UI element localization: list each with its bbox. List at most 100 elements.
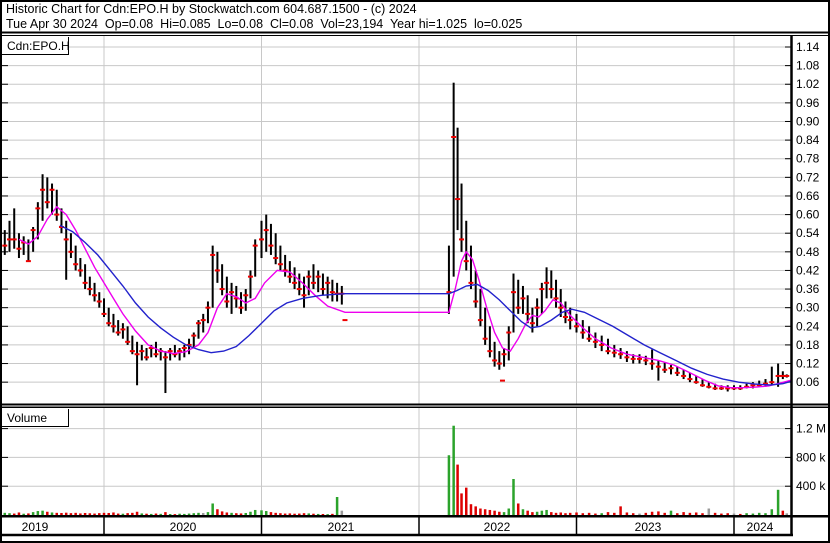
candle-close-tick (534, 306, 540, 309)
volume-bar (187, 513, 191, 515)
volume-bar (321, 513, 325, 515)
candle-close-tick (463, 260, 469, 263)
price-axis-label: 0.96 (796, 96, 820, 110)
candle-close-tick (49, 188, 55, 191)
candle-hl-bar (22, 236, 25, 255)
candle-hl-bar (498, 351, 501, 370)
candle-hl-bar (13, 208, 16, 249)
candle-hl-bar (136, 341, 139, 386)
candle-close-tick (30, 229, 36, 232)
candle-hl-bar (244, 289, 247, 311)
candle-close-tick (82, 281, 88, 284)
volume-bar (516, 503, 520, 515)
candle-close-tick (539, 288, 545, 291)
volume-axis-label: 800 k (796, 450, 826, 464)
year-axis-label: 2024 (747, 520, 774, 534)
candle-close-tick (784, 374, 790, 377)
volume-bar (288, 513, 292, 515)
volume-bar (145, 513, 148, 515)
volume-bar (452, 425, 455, 515)
candle-close-tick (630, 357, 636, 360)
volume-bar (83, 512, 87, 515)
volume-bar (135, 511, 139, 515)
volume-bar (279, 513, 282, 515)
volume-bar (493, 510, 496, 515)
candle-close-tick (162, 356, 168, 359)
price-axis-label: 0.60 (796, 208, 820, 222)
candle-hl-bar (336, 282, 339, 302)
volume-bar (663, 512, 666, 515)
volume-bar (447, 455, 451, 515)
candle-hl-bar (293, 267, 296, 290)
volume-bar (460, 493, 463, 515)
candle-close-tick (191, 334, 197, 337)
volume-bar (298, 513, 301, 515)
candle-close-tick (134, 353, 140, 356)
candle-close-tick (273, 257, 279, 260)
candle-close-tick (301, 294, 307, 297)
candle-hl-bar (676, 366, 679, 376)
volume-bar (540, 510, 544, 515)
candle-hl-bar (173, 344, 176, 358)
candle-hl-bar (526, 295, 529, 324)
year-axis-label: 2021 (328, 520, 355, 534)
volume-bar (559, 512, 562, 515)
volume-bar (568, 512, 572, 515)
candle-close-tick (544, 281, 550, 284)
candle-hl-bar (663, 361, 666, 373)
volume-bar (41, 510, 44, 515)
year-axis-label: 2020 (170, 520, 197, 534)
candle-close-tick (681, 374, 687, 377)
candle-close-tick (120, 328, 126, 331)
volume-bar (293, 513, 296, 515)
candle-close-tick (200, 319, 206, 322)
chart-canvas: 1.14 1.08 1.02 0.96 0.90 0.84 0.78 0.72 0.66 0.60… (0, 0, 830, 543)
volume-bar (785, 513, 789, 515)
candle-hl-bar (145, 348, 148, 361)
candle-close-tick (25, 260, 31, 263)
candle-hl-bar (230, 282, 233, 314)
volume-bar (168, 513, 172, 515)
volume-bar (676, 513, 679, 515)
candle-close-tick (68, 250, 74, 253)
volume-bar (60, 512, 63, 515)
year-axis-label: 2019 (22, 520, 49, 534)
volume-bar (726, 513, 729, 515)
volume-bar (140, 513, 144, 515)
candle-close-tick (310, 281, 316, 284)
candle-hl-bar (340, 285, 343, 305)
candle-hl-bar (284, 254, 287, 277)
volume-bar (669, 510, 673, 515)
volume-bar (159, 513, 162, 515)
candle-close-tick (468, 281, 474, 284)
price-axis-label: 0.48 (796, 245, 820, 259)
candle-close-tick (125, 340, 131, 343)
candle-close-tick (167, 350, 173, 353)
candle-close-tick (477, 319, 483, 322)
volume-bar (682, 512, 685, 515)
candle-close-tick (553, 297, 559, 300)
candle-close-tick (693, 381, 699, 384)
candle-close-tick (548, 288, 554, 291)
volume-bar (469, 504, 473, 515)
candle-hl-bar (331, 279, 334, 302)
candle-close-tick (637, 357, 642, 360)
candle-hl-bar (3, 230, 6, 255)
volume-axis-label: 1.2 M (796, 422, 826, 436)
candle-hl-bar (169, 348, 172, 361)
candle-hl-bar (540, 282, 543, 314)
candle-hl-bar (8, 220, 11, 252)
volume-bar (12, 513, 16, 515)
volume-bar (720, 513, 723, 515)
candle-close-tick (306, 275, 312, 278)
volume-bar (307, 513, 310, 515)
candle-close-tick (219, 288, 225, 291)
chart-background (0, 0, 830, 543)
candle-hl-bar (536, 298, 539, 327)
candle-hl-bar (564, 301, 567, 324)
candle-hl-bar (657, 360, 660, 381)
candle-hl-bar (279, 245, 282, 271)
year-axis-label: 2023 (635, 520, 662, 534)
volume-bar (781, 510, 785, 515)
volume-bar (644, 512, 648, 515)
